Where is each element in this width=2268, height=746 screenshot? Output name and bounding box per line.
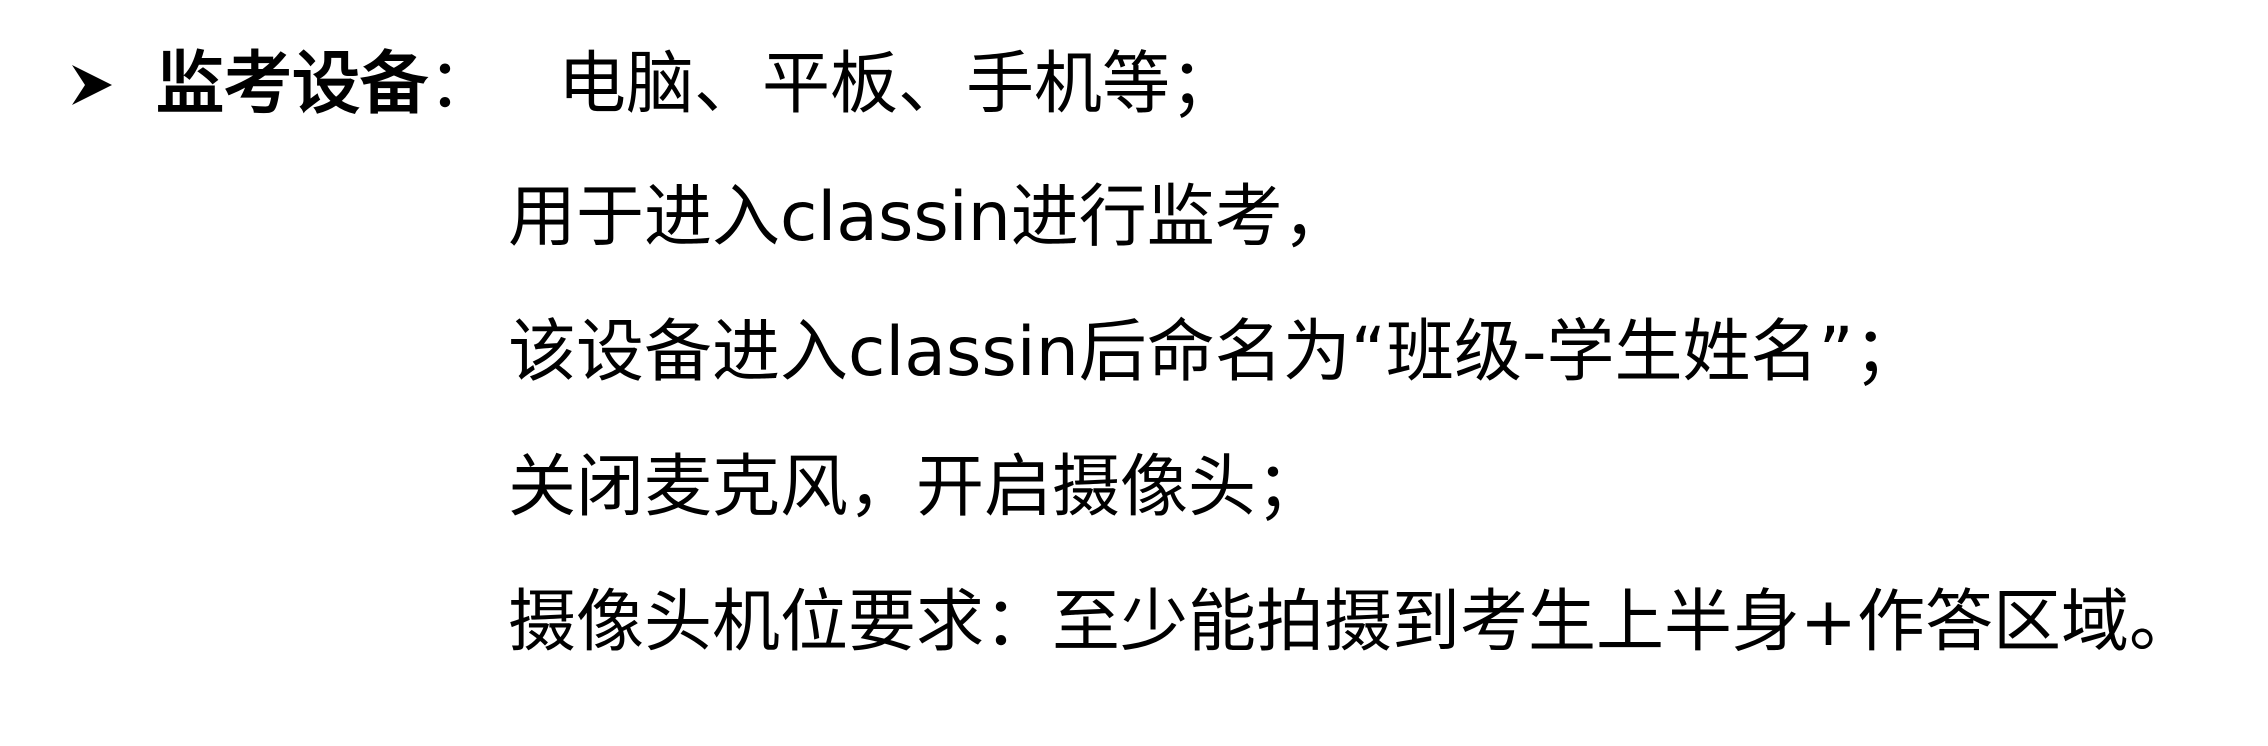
- detail-line-device-name: 该设备进入classin后命名为“班级-学生姓名”；: [508, 313, 1922, 392]
- detail-line-mic-camera: 关闭麦克风，开启摄像头；: [508, 448, 1325, 527]
- detail-line-classin-monitoring: 用于进入classin进行监考，: [508, 178, 1351, 257]
- detail-line-camera-position: 摄像头机位要求：至少能拍摄到考生上半身+作答区域。: [508, 583, 2197, 662]
- monitoring-device-heading: 监考设备: [156, 45, 429, 124]
- heading-separator: ：: [428, 45, 497, 124]
- monitoring-device-bullet: 监考设备 ： 电脑、平板、手机等；: [66, 40, 1238, 130]
- right-arrowhead-icon: [66, 61, 118, 109]
- device-types-text: 电脑、平板、手机等；: [558, 45, 1239, 124]
- document-slide: 监考设备 ： 电脑、平板、手机等； 用于进入classin进行监考， 该设备进入…: [0, 0, 2268, 746]
